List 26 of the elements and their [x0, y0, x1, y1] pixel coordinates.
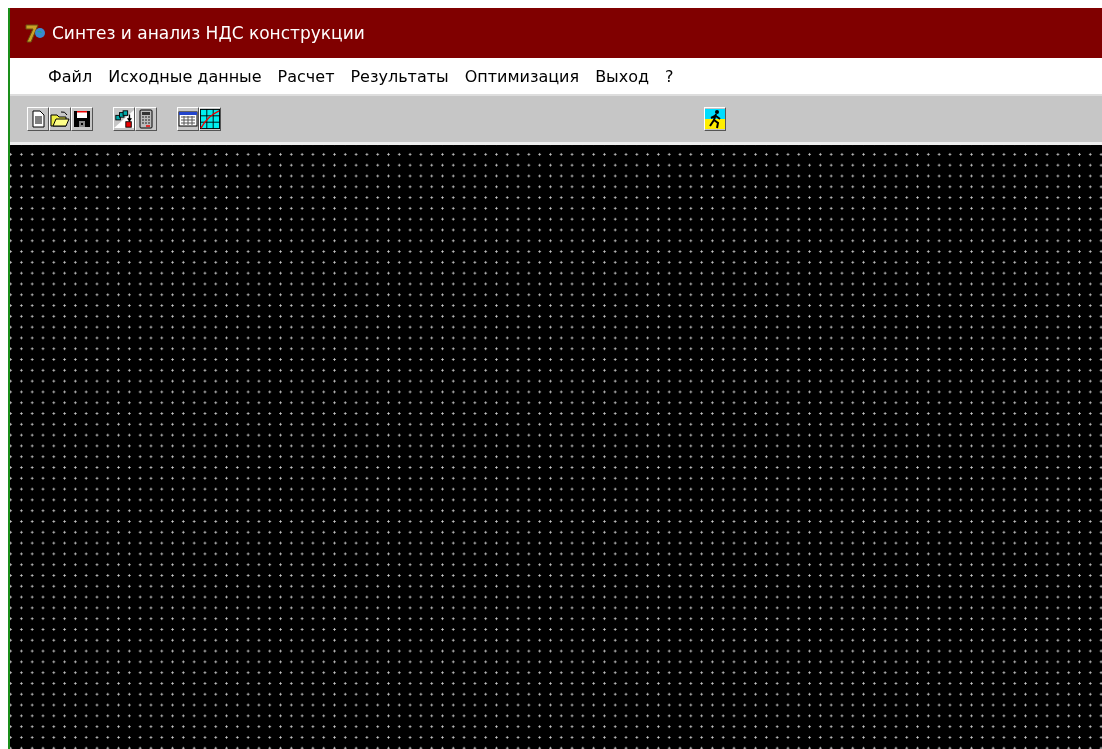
menu-item[interactable]: Оптимизация: [458, 66, 586, 86]
toolbar-button[interactable]: [177, 107, 199, 131]
toolbar-button[interactable]: [49, 107, 71, 131]
menu-item[interactable]: Выход: [589, 66, 656, 86]
toolbar-button[interactable]: [113, 107, 135, 131]
toolbar-button[interactable]: [27, 107, 49, 131]
table-icon: [178, 111, 198, 127]
toolbar-button[interactable]: [199, 107, 221, 131]
toolbar-button[interactable]: [71, 107, 93, 131]
app-logo-icon: [24, 22, 46, 44]
toolbar-button[interactable]: [135, 107, 157, 131]
running-figure-icon: [705, 109, 725, 129]
toolbar-button[interactable]: [704, 107, 726, 131]
grid-chart-icon: [200, 108, 220, 130]
calculator-icon: [139, 109, 153, 129]
cubes-icon: [114, 109, 134, 129]
document-icon: [30, 110, 46, 128]
menu-item[interactable]: Результаты: [344, 66, 455, 86]
menu-item[interactable]: Исходные данные: [102, 66, 268, 86]
menu-item[interactable]: Расчет: [271, 66, 341, 86]
window-title: Синтез и анализ НДС конструкции: [52, 23, 365, 43]
menu-item[interactable]: Файл: [42, 66, 99, 86]
folder-icon: [50, 110, 70, 128]
floppy-icon: [73, 110, 91, 128]
menu-item[interactable]: ?: [659, 66, 680, 86]
drawing-canvas[interactable]: [10, 145, 1102, 749]
